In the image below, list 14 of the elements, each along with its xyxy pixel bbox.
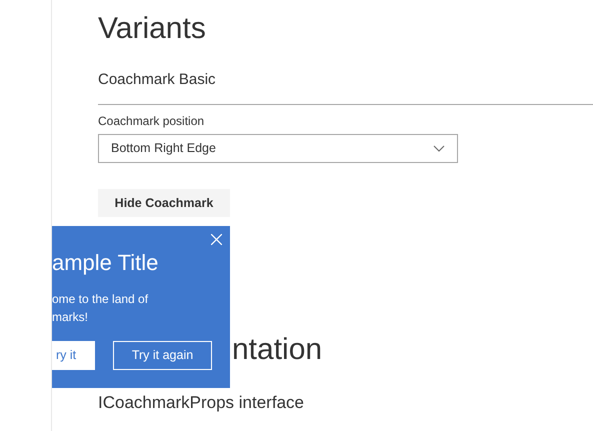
coachmark-button[interactable]: ry it (52, 341, 95, 370)
coachmark-button[interactable]: Try it again (113, 341, 212, 370)
coachmark-title: ample Title (52, 249, 158, 277)
example-title: Coachmark Basic (98, 70, 216, 90)
position-dropdown[interactable]: Bottom Right Edge (98, 134, 458, 163)
page-title: Variants (98, 11, 206, 47)
coachmark-text: marks! (52, 309, 89, 326)
chevron-down-icon (433, 145, 445, 152)
coachmark-text: ome to the land of (52, 291, 148, 308)
section-heading: ntation (232, 332, 322, 368)
subheading: ICoachmarkProps interface (98, 392, 304, 414)
hide-coachmark-button[interactable]: Hide Coachmark (98, 189, 230, 217)
dropdown-label: Coachmark position (98, 113, 204, 129)
close-icon[interactable] (211, 234, 222, 245)
